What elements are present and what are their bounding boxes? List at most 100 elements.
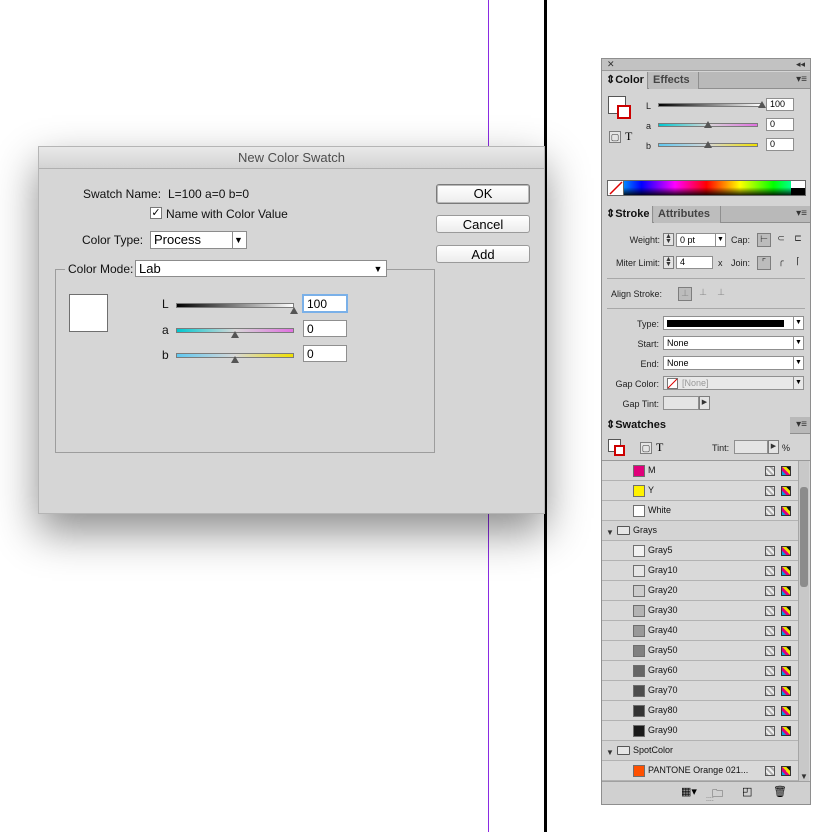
folder-icon — [617, 526, 630, 535]
disclosure-triangle-icon[interactable]: ▼ — [606, 748, 614, 757]
tint-input[interactable] — [734, 440, 768, 454]
b-value-input[interactable]: 0 — [303, 345, 347, 362]
swatch-row[interactable]: Gray50 — [602, 641, 798, 661]
color-type-select[interactable]: Process ▼ — [150, 231, 247, 249]
close-icon[interactable]: ✕ — [607, 59, 615, 70]
panel-menu-icon[interactable]: ▾≡ — [796, 74, 807, 85]
resize-grip-icon[interactable]: :::: — [706, 796, 714, 803]
swatch-row[interactable]: Gray30 — [602, 601, 798, 621]
align-center-icon[interactable]: ⊥ — [678, 287, 692, 301]
container-toggle-icon[interactable]: ▢ — [609, 131, 621, 143]
miter-join-icon[interactable]: ⌜ — [757, 256, 771, 270]
black-chip[interactable] — [791, 188, 805, 195]
swatch-name: Y — [648, 485, 655, 495]
swatch-name-label: Swatch Name: — [83, 187, 162, 201]
swatch-row[interactable]: Gray90 — [602, 721, 798, 741]
color-l-input[interactable]: 100 — [766, 98, 794, 111]
scrollbar-thumb[interactable] — [800, 487, 808, 587]
gap-tint-arrow-icon[interactable]: ▶ — [699, 396, 710, 410]
collapse-icon[interactable]: ◂◂ — [796, 59, 805, 70]
color-b-slider-thumb[interactable] — [704, 141, 712, 148]
cmyk-mode-icon — [781, 626, 791, 636]
l-value-input[interactable]: 100 — [302, 294, 348, 313]
l-slider-thumb[interactable] — [290, 307, 298, 314]
align-inside-icon[interactable]: ⊥ — [696, 287, 710, 301]
tab-stroke[interactable]: ⇕Stroke — [602, 206, 653, 223]
swatch-folder-row[interactable]: ▼ SpotColor — [602, 741, 798, 761]
stroke-type-select[interactable]: ▼ — [663, 316, 804, 330]
swatch-row[interactable]: Gray5 — [602, 541, 798, 561]
white-chip[interactable] — [791, 181, 805, 188]
weight-stepper[interactable]: ▲ ▼ — [663, 233, 674, 246]
text-toggle-icon[interactable]: T — [625, 129, 632, 144]
swatch-row[interactable]: Gray10 — [602, 561, 798, 581]
new-swatch-icon[interactable]: ◰ — [742, 785, 752, 798]
scroll-down-arrow-icon[interactable]: ▼ — [800, 772, 808, 781]
color-mode-select[interactable]: Lab ▼ — [135, 260, 387, 277]
type-label: Type: — [636, 319, 659, 329]
add-button[interactable]: Add — [436, 245, 530, 263]
cancel-button[interactable]: Cancel — [436, 215, 530, 233]
tab-color[interactable]: ⇕Color — [602, 72, 648, 89]
b-slider-thumb[interactable] — [231, 356, 239, 363]
cap-label: Cap: — [731, 235, 751, 245]
gap-color-value: [None] — [682, 378, 709, 388]
l-slider-track[interactable] — [176, 303, 294, 308]
butt-cap-icon[interactable]: ⊢ — [757, 233, 771, 247]
round-cap-icon[interactable]: ⊂ — [774, 233, 788, 247]
color-l-slider-thumb[interactable] — [758, 101, 766, 108]
color-l-slider-track[interactable] — [658, 103, 762, 107]
text-toggle-icon[interactable]: T — [656, 440, 663, 455]
swatch-name: Gray50 — [648, 645, 678, 655]
container-toggle-icon[interactable]: ▢ — [640, 442, 652, 454]
stroke-color-icon[interactable] — [614, 445, 625, 456]
show-swatch-kinds-icon[interactable]: ▦▾ — [681, 785, 697, 798]
swatch-row[interactable]: Y — [602, 481, 798, 501]
start-select[interactable]: None ▼ — [663, 336, 804, 350]
swatch-row[interactable]: PANTONE Orange 021... — [602, 761, 798, 781]
weight-value: 0 pt — [680, 235, 696, 245]
none-swatch-icon[interactable] — [608, 181, 624, 195]
tab-attributes[interactable]: Attributes — [654, 206, 721, 223]
gap-tint-input[interactable] — [663, 396, 699, 410]
process-color-icon — [765, 586, 775, 596]
swatch-row[interactable]: Gray80 — [602, 701, 798, 721]
miter-stepper[interactable]: ▲ ▼ — [663, 256, 674, 269]
align-outside-icon[interactable]: ⊥ — [714, 287, 728, 301]
weight-select[interactable]: 0 pt ▼ — [676, 233, 726, 247]
tab-effects[interactable]: Effects — [649, 72, 699, 89]
color-spectrum-ramp[interactable] — [607, 180, 806, 196]
miter-limit-input[interactable]: 4 — [676, 256, 713, 269]
projecting-cap-icon[interactable]: ⊏ — [791, 233, 805, 247]
panel-topbar: ✕ ◂◂ — [602, 59, 810, 71]
weight-label: Weight: — [629, 235, 660, 245]
tab-swatches[interactable]: ⇕Swatches — [602, 417, 790, 434]
scrollbar[interactable]: ▼ — [798, 461, 809, 781]
tint-arrow-icon[interactable]: ▶ — [768, 440, 779, 454]
dialog-title[interactable]: New Color Swatch — [39, 147, 544, 169]
panel-menu-icon[interactable]: ▾≡ — [796, 419, 807, 430]
swatch-row[interactable]: M — [602, 461, 798, 481]
ok-button[interactable]: OK — [436, 184, 530, 204]
name-with-color-value-checkbox[interactable]: ✓ — [150, 207, 162, 219]
disclosure-triangle-icon[interactable]: ▼ — [606, 528, 614, 537]
trash-icon[interactable]: 🗑 — [773, 785, 787, 798]
swatch-row[interactable]: Gray20 — [602, 581, 798, 601]
chevron-down-icon: ▼ — [373, 264, 383, 274]
color-b-input[interactable]: 0 — [766, 138, 794, 151]
end-select[interactable]: None ▼ — [663, 356, 804, 370]
a-value-input[interactable]: 0 — [303, 320, 347, 337]
swatch-folder-row[interactable]: ▼ Grays — [602, 521, 798, 541]
bevel-join-icon[interactable]: ⌈ — [791, 256, 805, 270]
swatch-row[interactable]: Gray40 — [602, 621, 798, 641]
round-join-icon[interactable]: ╭ — [774, 256, 788, 270]
gap-color-select[interactable]: [None] ▼ — [663, 376, 804, 390]
color-a-input[interactable]: 0 — [766, 118, 794, 131]
color-a-slider-thumb[interactable] — [704, 121, 712, 128]
swatch-row[interactable]: White — [602, 501, 798, 521]
a-slider-thumb[interactable] — [231, 331, 239, 338]
swatch-row[interactable]: Gray60 — [602, 661, 798, 681]
panel-menu-icon[interactable]: ▾≡ — [796, 208, 807, 219]
swatch-row[interactable]: Gray70 — [602, 681, 798, 701]
stroke-color-icon[interactable] — [617, 105, 631, 119]
